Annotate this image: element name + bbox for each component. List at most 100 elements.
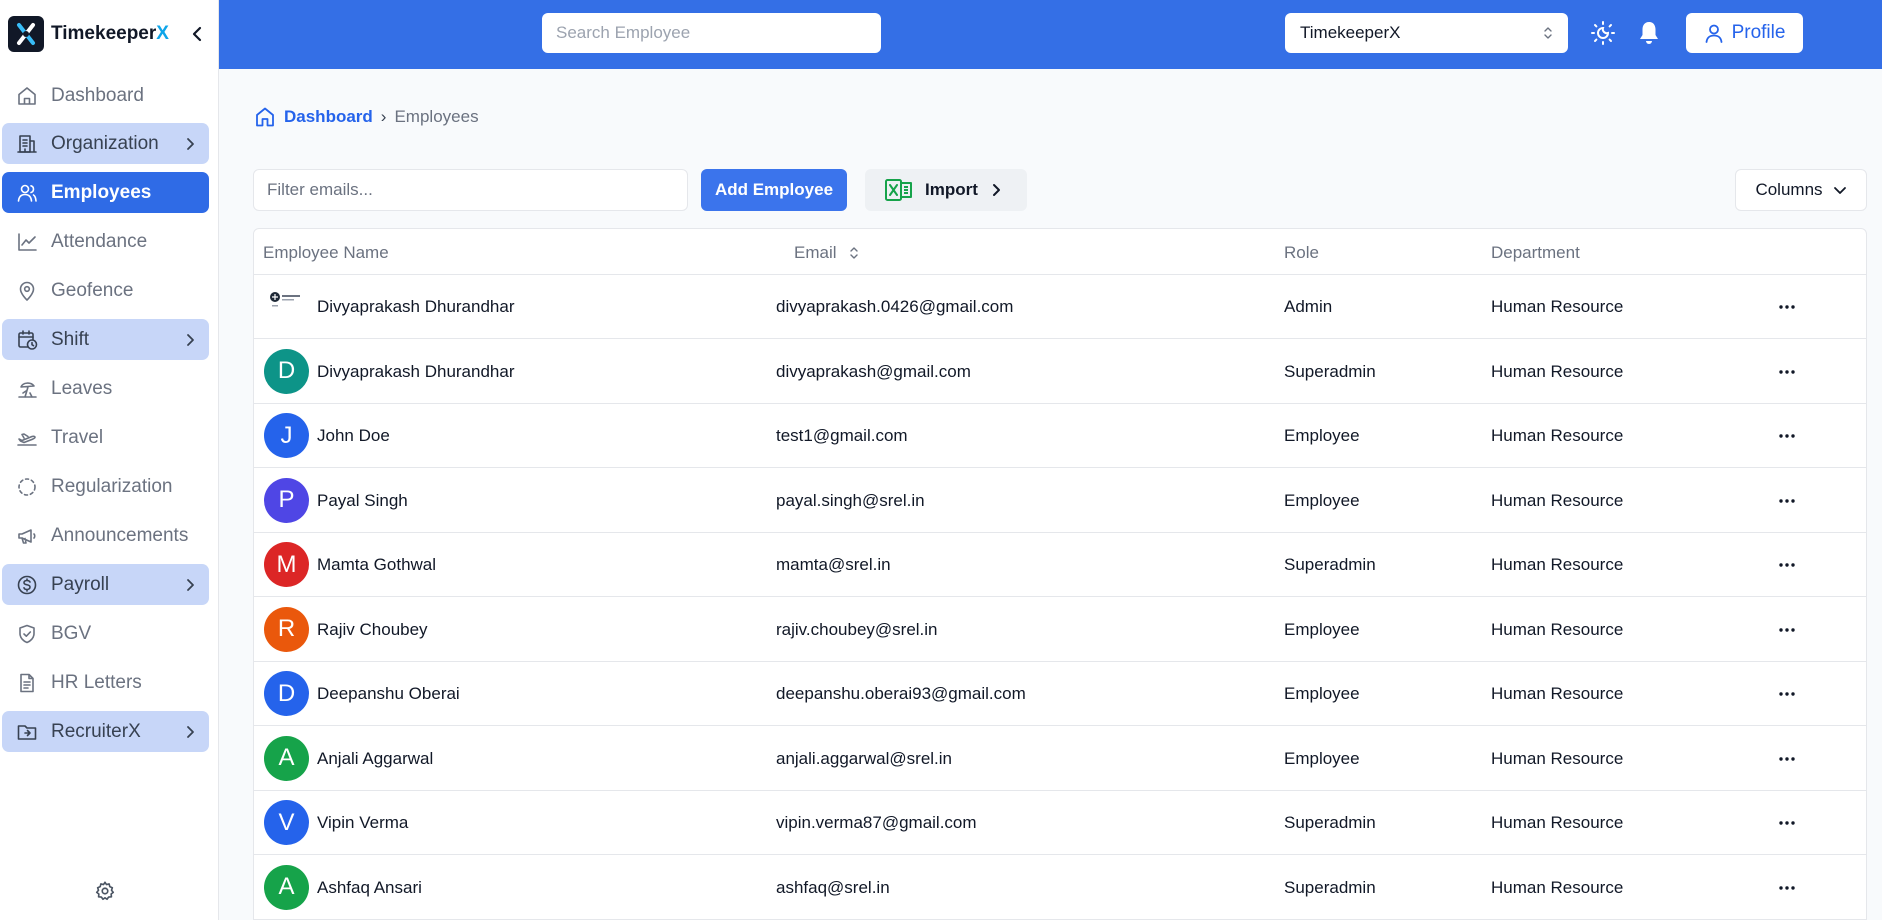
- avatar: M: [264, 542, 309, 587]
- sidebar-item-label: Dashboard: [51, 84, 144, 106]
- employee-email: vipin.verma87@gmail.com: [776, 813, 977, 832]
- home-icon[interactable]: [254, 106, 276, 128]
- chevron-right-icon: [185, 578, 195, 592]
- building-icon: [16, 133, 38, 155]
- table-row[interactable]: P Payal Singh payal.singh@srel.in Employee H…: [254, 469, 1866, 533]
- breadcrumb-separator: ›: [380, 107, 387, 126]
- more-options-icon[interactable]: [1776, 749, 1798, 769]
- chevron-right-icon: [185, 333, 195, 347]
- sidebar-item-label: Announcements: [51, 524, 189, 546]
- table-row[interactable]: R Rajiv Choubey rajiv.choubey@srel.in Emplo…: [254, 598, 1866, 662]
- avatar: V: [264, 800, 309, 845]
- sidebar-item-organization[interactable]: Organization: [2, 123, 209, 164]
- sidebar-item-bgv[interactable]: BGV: [2, 613, 209, 654]
- header-email-label: Email: [794, 243, 837, 262]
- avatar: R: [264, 606, 309, 652]
- table-row[interactable]: M Mamta Gothwal mamta@srel.in Superadmin Hum…: [254, 533, 1866, 597]
- brand-name: TimekeeperX: [51, 23, 169, 45]
- table-row[interactable]: Divyaprakash Dhurandhar divyaprakash.0426…: [254, 275, 1866, 339]
- brand-logo-icon: [8, 16, 44, 52]
- chevron-right-icon: [185, 725, 195, 739]
- org-select[interactable]: TimekeeperX: [1285, 13, 1568, 53]
- sidebar-item-regularization[interactable]: Regularization: [2, 466, 209, 507]
- dashed-circle-icon: [16, 476, 38, 498]
- employee-name: Divyaprakash Dhurandhar: [317, 297, 515, 316]
- table-header: Employee Name Email Role Department: [254, 229, 1866, 275]
- employee-department: Human Resource: [1491, 361, 1624, 381]
- employee-name: Deepanshu Oberai: [317, 684, 460, 703]
- employee-department: Human Resource: [1491, 619, 1624, 639]
- employee-email: rajiv.choubey@srel.in: [776, 619, 938, 639]
- sidebar-item-recruiterx[interactable]: RecruiterX: [2, 711, 209, 752]
- employee-department: Human Resource: [1491, 426, 1624, 445]
- collapse-sidebar-button[interactable]: [186, 23, 208, 45]
- employee-department: Human Resource: [1491, 684, 1624, 703]
- sidebar-item-geofence[interactable]: Geofence: [2, 270, 209, 311]
- more-options-icon[interactable]: [1776, 878, 1798, 898]
- header-role: Role: [1284, 243, 1319, 262]
- header-email[interactable]: Email: [794, 243, 859, 263]
- employee-role: Employee: [1284, 684, 1360, 703]
- table-row[interactable]: D Deepanshu Oberai deepanshu.oberai93@gmai…: [254, 662, 1866, 726]
- employee-role: Employee: [1284, 619, 1360, 639]
- profile-button[interactable]: Profile: [1686, 13, 1803, 53]
- sidebar-item-payroll[interactable]: Payroll: [2, 564, 209, 605]
- sidebar-item-label: BGV: [51, 622, 92, 644]
- employee-department: Human Resource: [1491, 297, 1624, 316]
- search-employee-input[interactable]: [542, 13, 881, 53]
- sidebar-item-hr-letters[interactable]: HR Letters: [2, 662, 209, 703]
- sidebar-item-label: Organization: [51, 132, 159, 154]
- more-options-icon[interactable]: [1776, 620, 1798, 640]
- table-row[interactable]: J John Doe test1@gmail.com Employee Human Re…: [254, 404, 1866, 468]
- sidebar-item-dashboard[interactable]: Dashboard: [2, 75, 209, 116]
- more-options-icon[interactable]: [1776, 297, 1798, 317]
- table-row[interactable]: V Vipin Verma vipin.verma87@gmail.com Super…: [254, 791, 1866, 855]
- home-icon: [16, 85, 38, 107]
- brand-name-main: Timekeeper: [51, 23, 157, 44]
- more-options-icon[interactable]: [1776, 426, 1798, 446]
- import-button[interactable]: Import: [865, 169, 1027, 211]
- more-options-icon[interactable]: [1776, 555, 1798, 575]
- employee-email: anjali.aggarwal@srel.in: [776, 748, 953, 768]
- theme-toggle-icon[interactable]: [1590, 20, 1616, 46]
- sidebar-item-employees[interactable]: Employees: [2, 172, 209, 213]
- more-options-icon[interactable]: [1776, 684, 1798, 704]
- columns-button[interactable]: Columns: [1735, 169, 1867, 211]
- employee-department: Human Resource: [1491, 877, 1624, 897]
- employee-department: Human Resource: [1491, 813, 1624, 832]
- users-icon: [16, 182, 38, 204]
- more-options-icon[interactable]: [1776, 813, 1798, 833]
- table-row[interactable]: A Anjali Aggarwal anjali.aggarwal@srel.in E…: [254, 727, 1866, 791]
- sidebar-item-shift[interactable]: Shift: [2, 319, 209, 360]
- brand-name-accent: X: [156, 23, 169, 44]
- table-row[interactable]: A Ashfaq Ansari ashfaq@srel.in Superadmin Hu…: [254, 856, 1866, 920]
- employee-email: deepanshu.oberai93@gmail.com: [776, 684, 1026, 703]
- breadcrumb-current: Employees: [394, 107, 479, 126]
- topbar: TimekeeperX Profile: [219, 0, 1882, 69]
- avatar: J: [264, 413, 309, 458]
- table-row[interactable]: D Divyaprakash Dhurandhar divyaprakash@gma…: [254, 340, 1866, 404]
- filter-emails-input[interactable]: [253, 169, 688, 211]
- org-select-value: TimekeeperX: [1300, 23, 1401, 42]
- employees-table: Employee Name Email Role Department Divy…: [253, 228, 1867, 920]
- chevron-up-down-icon: [1543, 26, 1553, 40]
- employee-email: payal.singh@srel.in: [776, 490, 925, 510]
- settings-gear-icon[interactable]: [94, 880, 116, 902]
- sidebar-item-attendance[interactable]: Attendance: [2, 221, 209, 262]
- sidebar-item-travel[interactable]: Travel: [2, 417, 209, 458]
- sort-icon[interactable]: [849, 246, 859, 260]
- add-employee-button[interactable]: Add Employee: [701, 169, 847, 211]
- more-options-icon[interactable]: [1776, 491, 1798, 511]
- breadcrumb-dashboard-link[interactable]: Dashboard: [284, 107, 373, 127]
- sidebar-nav: Dashboard Organization Employees Attendance…: [0, 69, 219, 857]
- more-options-icon[interactable]: [1776, 362, 1798, 382]
- sidebar-item-label: Attendance: [51, 230, 148, 252]
- employee-name: Vipin Verma: [317, 813, 409, 832]
- columns-label: Columns: [1755, 180, 1823, 199]
- notification-bell-icon[interactable]: [1638, 20, 1662, 46]
- employee-name: Divyaprakash Dhurandhar: [317, 361, 515, 381]
- sidebar-item-announcements[interactable]: Announcements: [2, 515, 209, 556]
- sidebar-item-leaves[interactable]: Leaves: [2, 368, 209, 409]
- employee-email: divyaprakash.0426@gmail.com: [776, 297, 1014, 316]
- document-icon: [16, 672, 38, 694]
